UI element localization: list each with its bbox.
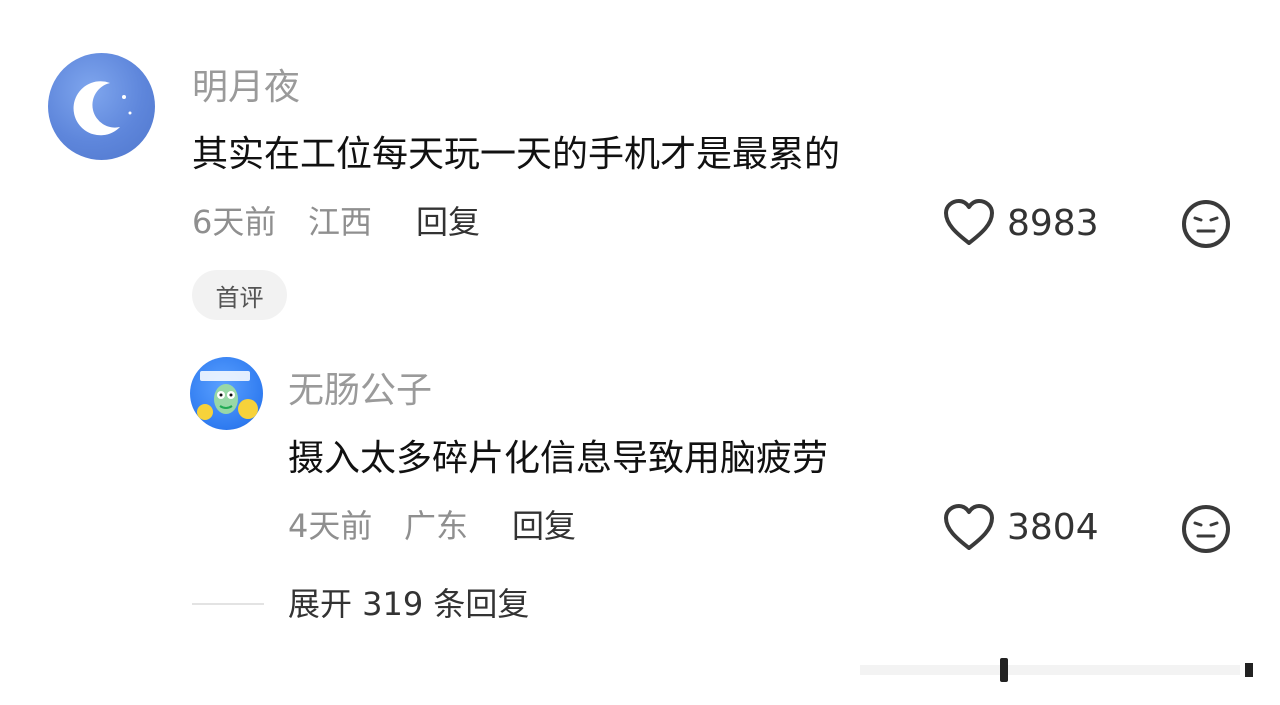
avatar[interactable] bbox=[190, 357, 263, 430]
reply-text: 摄入太多碎片化信息导致用脑疲劳 bbox=[288, 438, 829, 479]
reply-location: 广东 bbox=[404, 507, 469, 545]
dislike-button[interactable] bbox=[1180, 503, 1232, 559]
reply-button[interactable]: 回复 bbox=[512, 510, 576, 542]
face-emoji-icon bbox=[1182, 505, 1230, 553]
like-count: 3804 bbox=[1007, 507, 1099, 548]
heart-outline-icon bbox=[944, 199, 994, 245]
first-comment-tag: 首评 bbox=[192, 270, 287, 320]
reply-username[interactable]: 无肠公子 bbox=[288, 373, 432, 409]
bottom-bar-overlay bbox=[860, 655, 1260, 685]
moon-icon bbox=[73, 81, 132, 136]
like-button[interactable] bbox=[942, 198, 996, 252]
like-button[interactable] bbox=[942, 503, 996, 557]
avatar[interactable] bbox=[48, 53, 155, 160]
comment-username[interactable]: 明月夜 bbox=[192, 70, 300, 106]
avatar-illustration bbox=[197, 371, 258, 420]
face-emoji-icon bbox=[1182, 200, 1230, 248]
expand-replies-button[interactable]: 展开 319 条回复 bbox=[288, 588, 529, 620]
comment-text: 其实在工位每天玩一天的手机才是最累的 bbox=[192, 134, 841, 175]
divider bbox=[192, 603, 264, 605]
reply-button[interactable]: 回复 bbox=[416, 206, 480, 238]
heart-outline-icon bbox=[944, 504, 994, 550]
like-count: 8983 bbox=[1007, 203, 1099, 244]
reply-time: 4天前 bbox=[288, 507, 373, 545]
comment-location: 江西 bbox=[308, 203, 373, 241]
comment-time: 6天前 bbox=[192, 203, 277, 241]
dislike-button[interactable] bbox=[1180, 198, 1232, 254]
